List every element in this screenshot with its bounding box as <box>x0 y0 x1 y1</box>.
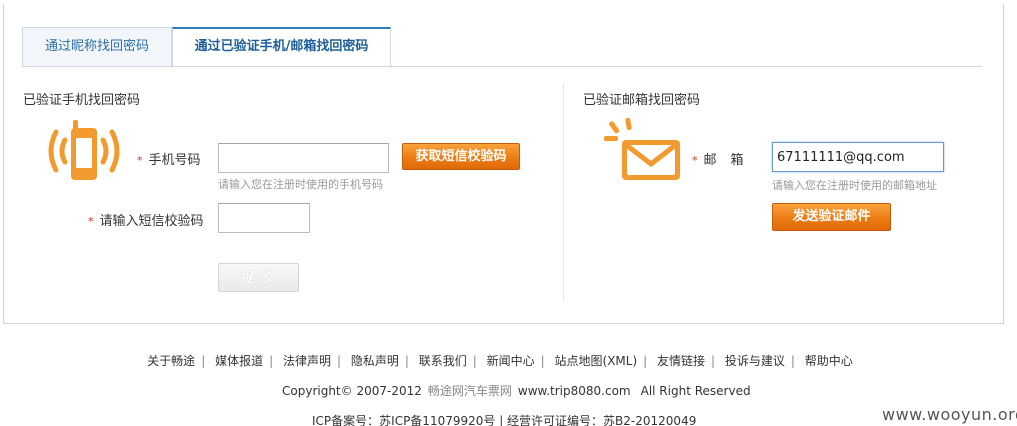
phone-hint: 请输入您在注册时使用的手机号码 <box>218 178 383 191</box>
envelope-icon <box>604 118 680 180</box>
phone-number-label: * 手机号码 <box>137 153 201 168</box>
sms-code-input[interactable] <box>218 203 310 233</box>
icp-license: ICP备案号：苏ICP备11079920号 | 经营许可证编号：苏B2-2012… <box>312 414 697 426</box>
section-divider <box>563 82 564 300</box>
phone-number-input[interactable] <box>218 143 389 173</box>
footer-link-about[interactable]: 关于畅途 <box>147 354 195 368</box>
submit-button[interactable]: 提交 <box>218 263 299 292</box>
footer-link-complaints[interactable]: 投诉与建议 <box>725 354 785 368</box>
sms-code-label: * 请输入短信校验码 <box>88 214 204 229</box>
email-hint: 请输入您在注册时使用的邮箱地址 <box>772 179 937 192</box>
watermark-text: www.wooyun.org <box>882 405 1017 424</box>
footer-link-privacy[interactable]: 隐私声明 <box>351 354 399 368</box>
tab-verified-recovery[interactable]: 通过已验证手机/邮箱找回密码 <box>172 27 391 68</box>
phone-section-title: 已验证手机找回密码 <box>23 93 141 108</box>
footer-link-help[interactable]: 帮助中心 <box>805 354 853 368</box>
footer-link-media[interactable]: 媒体报道 <box>215 354 263 368</box>
footer-link-sitemap[interactable]: 站点地图(XML) <box>555 354 638 368</box>
footer-link-news[interactable]: 新闻中心 <box>487 354 535 368</box>
tab-nickname-recovery[interactable]: 通过昵称找回密码 <box>22 27 172 67</box>
footer-link-legal[interactable]: 法律声明 <box>283 354 331 368</box>
tab-underline <box>22 66 982 67</box>
copyright-line: Copyright© 2007-2012 畅途网汽车票网 www.trip8080.… <box>282 384 751 398</box>
footer-link-contact[interactable]: 联系我们 <box>419 354 467 368</box>
brand-name: 畅途网汽车票网 <box>427 384 512 398</box>
footer-links: 关于畅途 | 媒体报道 | 法律声明 | 隐私声明 | 联系我们 | 新闻中心 | 站点地图… <box>147 354 853 368</box>
site-url: www.trip8080.com <box>517 384 631 398</box>
send-verification-email-button[interactable]: 发送验证邮件 <box>772 203 891 231</box>
email-label: * 邮箱 <box>692 153 758 168</box>
footer-link-friends[interactable]: 友情链接 <box>657 354 705 368</box>
email-input[interactable] <box>772 142 944 172</box>
get-sms-code-button[interactable]: 获取短信校验码 <box>402 143 520 170</box>
phone-signal-icon <box>48 120 120 180</box>
email-section-title: 已验证邮箱找回密码 <box>583 93 701 108</box>
